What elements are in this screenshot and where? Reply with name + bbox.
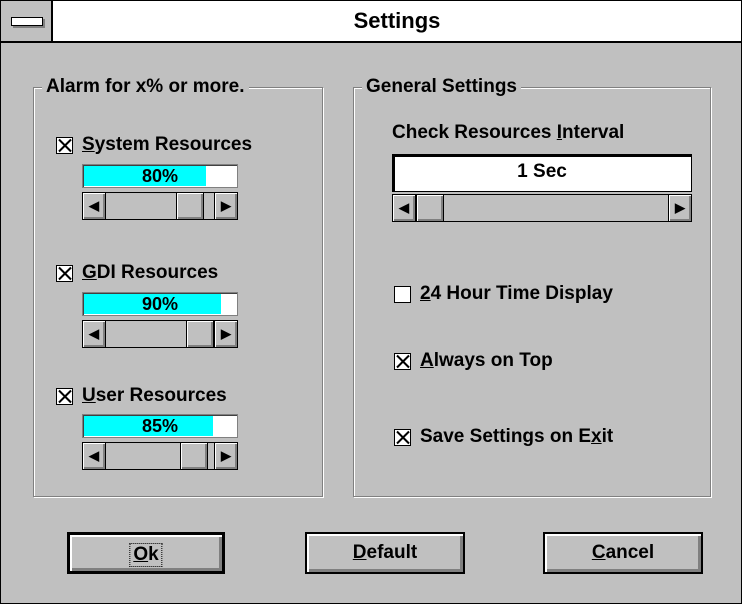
title-bar: Settings xyxy=(1,1,741,43)
save-settings-check-box[interactable] xyxy=(394,428,411,446)
gdi-resources-label: GDI Resources xyxy=(82,262,219,283)
arrow-left-icon: ◀ xyxy=(89,198,99,213)
user-resources-value: 85% xyxy=(141,416,179,436)
system-resources-scrollbar[interactable]: ◀ ▶ xyxy=(82,192,238,220)
always-on-top-check-box[interactable] xyxy=(394,352,411,370)
user-resources-checkbox[interactable]: User Resources xyxy=(56,385,227,407)
interval-scroll-left[interactable]: ◀ xyxy=(392,194,416,222)
system-resources-value: 80% xyxy=(141,166,179,186)
default-button-label: Default xyxy=(352,542,418,563)
interval-scroll-right[interactable]: ▶ xyxy=(668,194,692,222)
user-resources-label: User Resources xyxy=(82,385,227,406)
user-resources-scroll-right[interactable]: ▶ xyxy=(214,442,238,470)
always-on-top-label: Always on Top xyxy=(420,350,553,371)
gdi-resources-value: 90% xyxy=(141,294,179,314)
user-resources-scroll-left[interactable]: ◀ xyxy=(82,442,106,470)
user-resources-check-box[interactable] xyxy=(56,387,73,405)
system-menu-icon xyxy=(11,17,43,26)
arrow-left-icon: ◀ xyxy=(89,448,99,463)
arrow-left-icon: ◀ xyxy=(399,200,409,215)
ok-button[interactable]: Ok xyxy=(67,532,225,574)
default-button[interactable]: Default xyxy=(305,532,465,574)
ok-button-label: Ok xyxy=(129,543,163,567)
arrow-right-icon: ▶ xyxy=(221,448,231,463)
user-resources-gauge: 85% xyxy=(82,414,238,438)
gdi-resources-scroll-thumb[interactable] xyxy=(186,320,214,348)
interval-scrollbar[interactable]: ◀ ▶ xyxy=(392,194,692,222)
save-settings-checkbox[interactable]: Save Settings on Exit xyxy=(394,426,613,448)
general-settings-legend: General Settings xyxy=(362,76,521,98)
interval-scroll-thumb[interactable] xyxy=(416,194,444,222)
cancel-button[interactable]: Cancel xyxy=(543,532,703,574)
time-display-label: 24 Hour Time Display xyxy=(420,283,613,304)
interval-value-field[interactable]: 1 Sec xyxy=(392,154,692,192)
gdi-resources-scroll-left[interactable]: ◀ xyxy=(82,320,106,348)
gdi-resources-checkbox[interactable]: GDI Resources xyxy=(56,262,218,284)
time-display-checkbox[interactable]: 24 Hour Time Display xyxy=(394,283,613,305)
arrow-left-icon: ◀ xyxy=(89,326,99,341)
cancel-button-label: Cancel xyxy=(591,542,655,563)
general-settings-group: General Settings Check Resources Interva… xyxy=(353,76,711,497)
gdi-resources-scroll-right[interactable]: ▶ xyxy=(214,320,238,348)
arrow-right-icon: ▶ xyxy=(675,200,685,215)
alarm-group-legend: Alarm for x% or more. xyxy=(42,76,249,98)
gdi-resources-gauge: 90% xyxy=(82,292,238,316)
user-resources-scrollbar[interactable]: ◀ ▶ xyxy=(82,442,238,470)
window-title: Settings xyxy=(353,8,441,33)
arrow-right-icon: ▶ xyxy=(221,326,231,341)
gdi-resources-check-box[interactable] xyxy=(56,264,73,282)
gdi-resources-scrollbar[interactable]: ◀ ▶ xyxy=(82,320,238,348)
system-resources-check-box[interactable] xyxy=(56,136,73,154)
settings-window: Settings Alarm for x% or more. System Re… xyxy=(0,0,742,604)
system-resources-checkbox[interactable]: System Resources xyxy=(56,134,252,156)
system-menu-button[interactable] xyxy=(1,1,53,41)
time-display-check-box[interactable] xyxy=(394,285,411,303)
system-resources-scroll-thumb[interactable] xyxy=(176,192,204,220)
system-resources-label: System Resources xyxy=(82,134,253,155)
interval-label: Check Resources Interval xyxy=(392,122,625,143)
arrow-right-icon: ▶ xyxy=(221,198,231,213)
alarm-group: Alarm for x% or more. System Resources 8… xyxy=(33,76,323,497)
save-settings-label: Save Settings on Exit xyxy=(420,426,614,447)
system-resources-scroll-left[interactable]: ◀ xyxy=(82,192,106,220)
system-resources-scroll-right[interactable]: ▶ xyxy=(214,192,238,220)
user-resources-scroll-thumb[interactable] xyxy=(180,442,208,470)
always-on-top-checkbox[interactable]: Always on Top xyxy=(394,350,553,372)
system-resources-gauge: 80% xyxy=(82,164,238,188)
